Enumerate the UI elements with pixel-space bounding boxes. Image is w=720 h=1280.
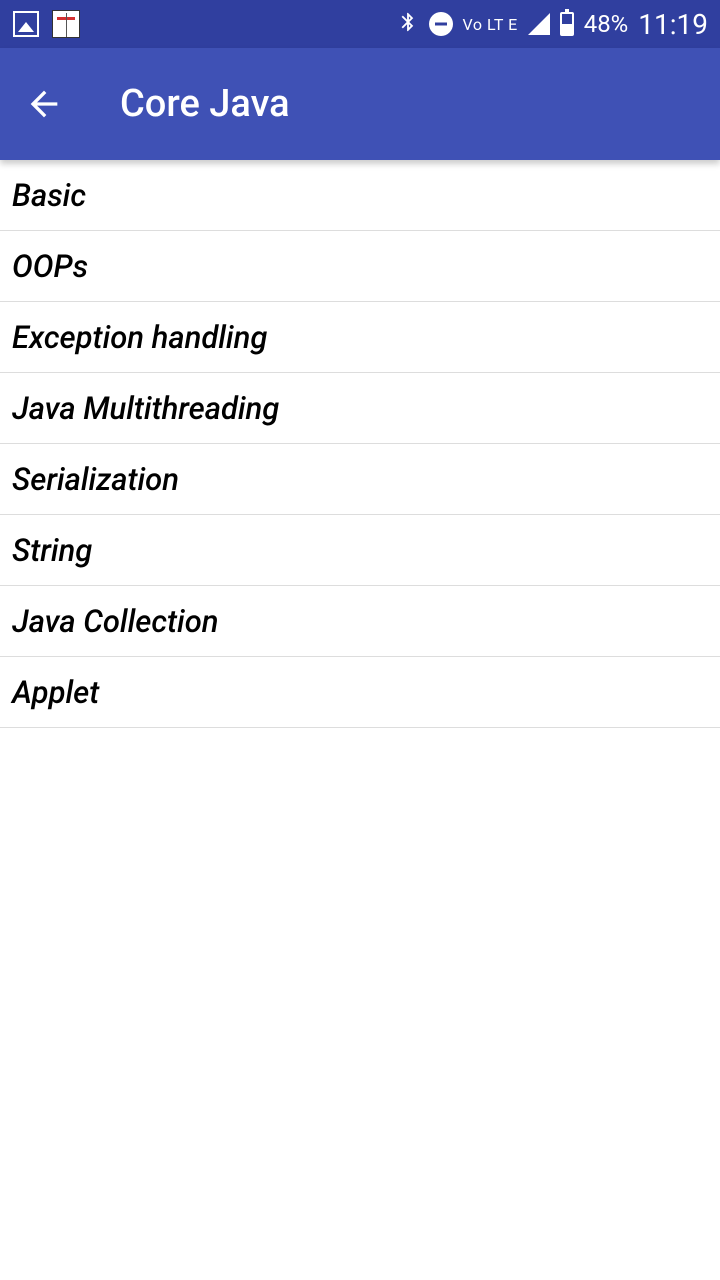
list-item-label: Java Collection — [12, 603, 219, 640]
list-item-label: Exception handling — [12, 319, 267, 356]
status-left — [12, 10, 80, 38]
list-item-serialization[interactable]: Serialization — [0, 444, 720, 515]
list-item-label: Basic — [12, 177, 86, 214]
list-item-basic[interactable]: Basic — [0, 160, 720, 231]
dnd-icon — [429, 12, 453, 36]
list-item-exception-handling[interactable]: Exception handling — [0, 302, 720, 373]
list-item-label: Serialization — [12, 461, 179, 498]
clock: 11:19 — [638, 8, 708, 41]
bluetooth-icon — [397, 11, 419, 37]
list-item-label: OOPs — [12, 248, 88, 285]
list-item-label: String — [12, 532, 92, 569]
list-item-java-collection[interactable]: Java Collection — [0, 586, 720, 657]
list-item-label: Java Multithreading — [12, 390, 279, 427]
list-item-label: Applet — [12, 674, 99, 711]
status-right: Vo LT E 48% 11:19 — [397, 8, 708, 41]
arrow-left-icon — [24, 84, 64, 124]
app-notification-icon — [52, 10, 80, 38]
list-item-java-multithreading[interactable]: Java Multithreading — [0, 373, 720, 444]
signal-icon — [528, 13, 550, 35]
status-bar: Vo LT E 48% 11:19 — [0, 0, 720, 48]
list-item-applet[interactable]: Applet — [0, 657, 720, 728]
battery-percentage: 48% — [584, 10, 629, 38]
battery-icon — [560, 12, 574, 36]
page-title: Core Java — [120, 82, 290, 126]
list-item-oops[interactable]: OOPs — [0, 231, 720, 302]
app-bar: Core Java — [0, 48, 720, 160]
image-notification-icon — [12, 10, 40, 38]
list-item-string[interactable]: String — [0, 515, 720, 586]
topic-list: Basic OOPs Exception handling Java Multi… — [0, 160, 720, 728]
back-button[interactable] — [24, 84, 64, 124]
volte-label: Vo LT E — [463, 15, 518, 34]
